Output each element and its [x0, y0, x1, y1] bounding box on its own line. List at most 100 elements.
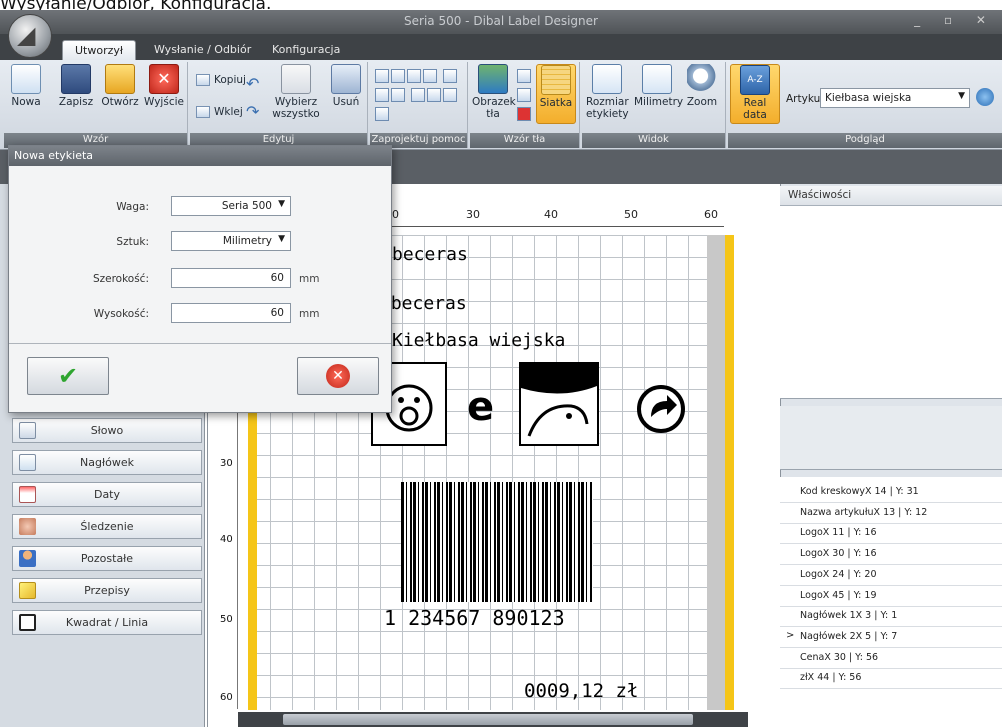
object-list-item[interactable]: > Nagłówek 2X 5 | Y: 7 [780, 627, 1002, 648]
object-list-item[interactable]: LogoX 45 | Y: 19 [780, 586, 1002, 607]
object-list-label: LogoX 30 | Y: 16 [800, 548, 877, 560]
sidebar-label: Pozostałe [80, 552, 134, 565]
tab-konfiguracja[interactable]: Konfiguracja [260, 40, 352, 60]
object-list-item[interactable]: LogoX 30 | Y: 16 [780, 544, 1002, 566]
sidebar-item-daty[interactable]: Daty [12, 482, 202, 507]
label-size-button[interactable]: Rozmiar etykiety [586, 64, 629, 120]
front-icon[interactable] [442, 88, 457, 102]
object-list-item[interactable]: LogoX 24 | Y: 20 [780, 565, 1002, 586]
sidebar-item-sledzenie[interactable]: Śledzenie [12, 514, 202, 539]
scale-value: Seria 500 [221, 200, 272, 212]
barcode[interactable] [401, 482, 593, 602]
delete-button[interactable]: Usuń [330, 64, 362, 108]
ungroup-icon[interactable] [426, 88, 441, 102]
new-label-dialog: Nowa etykieta Waga: Seria 500 ▼ Sztuk: Mi… [8, 145, 392, 413]
object-list-item[interactable]: Nagłówek 1X 3 | Y: 1 [780, 606, 1002, 628]
paste-button[interactable]: Wklej [196, 106, 243, 118]
units-button[interactable]: Milimetry [634, 64, 683, 108]
new-button[interactable]: Nowa [10, 64, 42, 108]
paste-icon [196, 106, 210, 118]
cancel-button[interactable]: ✕ [297, 357, 379, 395]
ribbon: Nowa Zapisz Otwórz ✕ Wyjście Wzór Kopiuj … [0, 60, 1002, 150]
h-tick-label: 40 [544, 208, 558, 221]
article-select[interactable]: Kiełbasa wiejska ▼ [820, 88, 970, 108]
delete-icon [331, 64, 361, 94]
align-center-icon[interactable] [391, 69, 405, 83]
zoom-button[interactable]: Zoom [684, 64, 720, 108]
label-article-name[interactable]: Kiełbasa wiejska [392, 330, 565, 351]
align-tools[interactable] [374, 68, 464, 125]
background-tools[interactable] [516, 68, 534, 125]
v-tick-label: 50 [220, 614, 233, 625]
sidebar-item-pozostale[interactable]: Pozostałe [12, 546, 202, 571]
bg-fit-icon[interactable] [517, 69, 531, 83]
h-tick-label: 0 [392, 208, 399, 221]
object-list-label: LogoX 11 | Y: 16 [800, 527, 877, 539]
group-widok: Rozmiar etykiety Milimetry Zoom Widok [582, 62, 726, 148]
tab-wyslanie-odbior[interactable]: Wysłanie / Odbiór [142, 40, 263, 60]
app-menu-button[interactable]: ◢ [8, 14, 52, 58]
group-icon[interactable] [410, 88, 425, 102]
group-wzor: Nowa Zapisz Otwórz ✕ Wyjście Wzór [4, 62, 188, 148]
sidebar-item-kwadrat-linia[interactable]: Kwadrat / Linia [12, 610, 202, 635]
object-list-item[interactable]: Kod kreskowyX 14 | Y: 31 [780, 482, 1002, 503]
align-right-icon[interactable] [407, 69, 421, 83]
object-list-label: LogoX 24 | Y: 20 [800, 568, 877, 580]
object-list-item[interactable]: CenaX 30 | Y: 56 [780, 648, 1002, 669]
object-list-item[interactable]: Nazwa artykułuX 13 | Y: 12 [780, 503, 1002, 524]
recycle-arrow-icon[interactable] [637, 385, 685, 433]
height-unit: mm [299, 308, 320, 320]
copy-icon [196, 74, 210, 86]
cow-logo-icon[interactable] [519, 362, 599, 446]
window-title: Seria 500 - Dibal Label Designer [404, 14, 598, 28]
redo-icon[interactable]: ↷ [246, 102, 259, 121]
exit-button[interactable]: ✕ Wyjście [144, 64, 184, 108]
article-label: Artykuł [786, 93, 824, 105]
sidebar-item-naglowek[interactable]: Nagłówek [12, 450, 202, 475]
background-image-button[interactable]: Obrazek tła [472, 64, 516, 120]
align-top-icon[interactable] [423, 69, 437, 83]
open-button[interactable]: Otwórz [99, 64, 141, 108]
align-left-icon[interactable] [375, 69, 389, 83]
picture-icon [478, 64, 508, 94]
dialog-divider [9, 343, 391, 344]
distribute-icon[interactable] [391, 88, 405, 102]
ok-button[interactable]: ✔ [27, 357, 109, 395]
tab-utworzyl[interactable]: Utworzył [62, 40, 137, 60]
sidebar-label: Daty [93, 488, 121, 501]
window-controls[interactable]: _ ▫ ✕ [914, 13, 996, 27]
units-select[interactable]: Milimetry ▼ [171, 231, 291, 251]
estimated-e-mark[interactable]: e [467, 384, 494, 430]
group-label-widok: Widok [582, 133, 725, 148]
horizontal-scrollbar[interactable] [238, 712, 748, 727]
object-list-item[interactable]: złX 44 | Y: 56 [780, 668, 1002, 690]
align-bottom-icon[interactable] [375, 88, 389, 102]
grid-toggle-button[interactable]: Siatka [536, 64, 576, 124]
sidebar-item-slowo[interactable]: Słowo [12, 418, 202, 443]
label-right-gutter [707, 235, 725, 710]
align-middle-icon[interactable] [442, 69, 457, 83]
select-all-icon [281, 64, 311, 94]
height-field[interactable]: 60 [171, 303, 291, 323]
bg-remove-icon[interactable] [517, 107, 531, 121]
select-all-button[interactable]: Wybierz wszystko [266, 64, 326, 120]
sidebar-item-przepisy[interactable]: Przepisy [12, 578, 202, 603]
label-header-line-1[interactable]: beceras [392, 244, 468, 265]
label-header-line-2[interactable]: abeceras [380, 293, 467, 314]
width-field[interactable]: 60 [171, 268, 291, 288]
units-select-label: Sztuk: [116, 236, 149, 248]
scroll-thumb[interactable] [283, 714, 693, 725]
undo-icon[interactable]: ↶ [246, 74, 259, 93]
object-list-label: złX 44 | Y: 56 [800, 672, 862, 684]
real-data-button[interactable]: A-Z Real data [730, 64, 780, 124]
bg-stretch-icon[interactable] [517, 88, 531, 102]
label-price[interactable]: 0009,12 zł [524, 680, 638, 702]
refresh-icon[interactable] [976, 88, 994, 106]
sidebar-label: Nagłówek [80, 456, 134, 469]
save-button[interactable]: Zapisz [58, 64, 94, 108]
scale-select[interactable]: Seria 500 ▼ [171, 196, 291, 216]
back-icon[interactable] [375, 107, 389, 121]
copy-button[interactable]: Kopiuj [196, 74, 246, 86]
chevron-down-icon: ▼ [278, 199, 285, 209]
object-list-item[interactable]: LogoX 11 | Y: 16 [780, 523, 1002, 545]
